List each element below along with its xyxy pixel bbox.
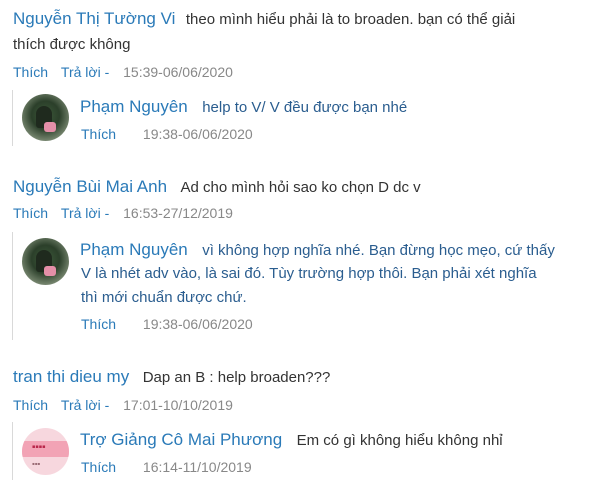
comment-line: Nguyễn Thị Tường Vi theo mình hiểu phải … [13,9,515,30]
reply-text-continued: thì mới chuẩn được chứ. [81,289,247,306]
comment-author[interactable]: tran thi dieu my [13,367,129,386]
reply-author[interactable]: Phạm Nguyên [80,240,188,259]
avatar-accent [44,122,56,132]
reply-button[interactable]: Trả lời - [61,397,109,413]
reply-block: Phạm Nguyên vì không hợp nghĩa nhé. Bạn … [12,232,588,340]
reply-text: Em có gì không hiểu không nhỉ [296,432,503,449]
reply-button[interactable]: Trả lời - [61,205,109,221]
avatar[interactable]: ▪▪▪▪ ▪▪▪ [22,428,69,475]
reply-text-continued: V là nhét adv vào, là sai đó. Tùy trường… [81,265,537,282]
comment-timestamp: 15:39-06/06/2020 [123,64,233,80]
reply-timestamp: 16:14-11/10/2019 [142,459,252,475]
reply-actions: Thích 16:14-11/10/2019 [81,459,252,475]
comment-line: tran thi dieu my Dap an B : help broaden… [13,367,330,388]
reply-timestamp: 19:38-06/06/2020 [142,126,253,142]
avatar[interactable] [22,94,69,141]
avatar-logo-subtext: ▪▪▪ [32,461,41,466]
reply-button[interactable]: Trả lời - [61,64,109,80]
reply-text: vì không hợp nghĩa nhé. Bạn đừng học mẹo… [202,242,555,259]
comment-text-continued: thích được không [13,36,131,53]
reply-line: Trợ Giảng Cô Mai Phương Em có gì không h… [80,430,503,451]
comment-timestamp: 16:53-27/12/2019 [123,205,233,221]
comment-text: Dap an B : help broaden??? [142,369,331,386]
like-button[interactable]: Thích [13,64,48,80]
reply-timestamp: 19:38-06/06/2020 [142,316,253,332]
avatar[interactable] [22,238,69,285]
avatar-logo-text: ▪▪▪▪ [32,444,46,450]
reply-block: Phạm Nguyên help to V/ V đều được bạn nh… [12,90,588,146]
reply-like-button[interactable]: Thích [81,126,116,142]
avatar-accent [44,266,56,276]
comment-line: Nguyễn Bùi Mai Anh Ad cho mình hỏi sao k… [13,177,421,198]
reply-actions: Thích 19:38-06/06/2020 [81,316,253,332]
reply-line: Phạm Nguyên vì không hợp nghĩa nhé. Bạn … [80,240,555,261]
comment-author[interactable]: Nguyễn Bùi Mai Anh [13,177,167,196]
reply-line: Phạm Nguyên help to V/ V đều được bạn nh… [80,97,407,118]
comment-actions: Thích Trả lời - 16:53-27/12/2019 [13,205,233,221]
reply-like-button[interactable]: Thích [81,316,116,332]
like-button[interactable]: Thích [13,205,48,221]
reply-actions: Thích 19:38-06/06/2020 [81,126,253,142]
comment-timestamp: 17:01-10/10/2019 [123,397,233,413]
comment-text: theo mình hiểu phải là to broaden. bạn c… [185,11,516,28]
comment-text: Ad cho mình hỏi sao ko chọn D dc v [180,179,421,196]
comment-author[interactable]: Nguyễn Thị Tường Vi [13,9,175,28]
reply-text: help to V/ V đều được bạn nhé [202,99,408,116]
reply-like-button[interactable]: Thích [81,459,116,475]
comment-actions: Thích Trả lời - 17:01-10/10/2019 [13,397,233,413]
reply-author[interactable]: Trợ Giảng Cô Mai Phương [80,430,282,449]
reply-author[interactable]: Phạm Nguyên [80,97,188,116]
like-button[interactable]: Thích [13,397,48,413]
reply-block: ▪▪▪▪ ▪▪▪ Trợ Giảng Cô Mai Phương Em có g… [12,422,588,480]
comment-actions: Thích Trả lời - 15:39-06/06/2020 [13,64,233,80]
